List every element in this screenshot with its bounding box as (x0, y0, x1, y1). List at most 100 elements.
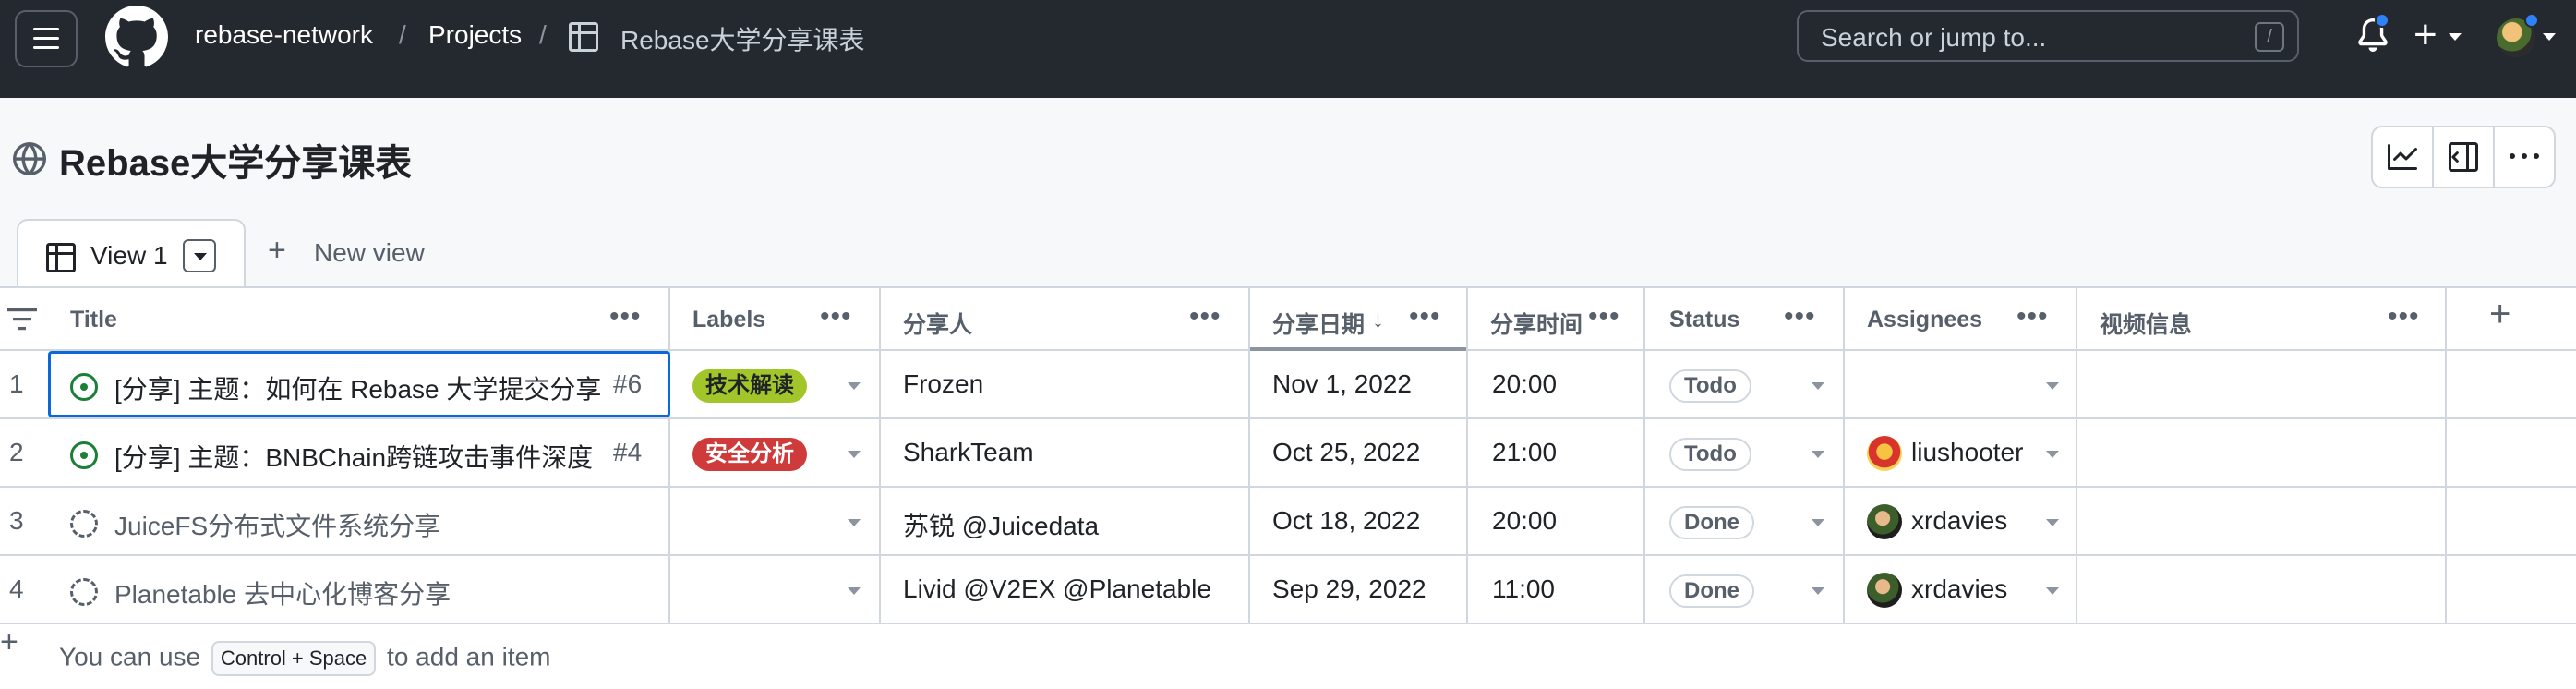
chevron-down-icon[interactable] (848, 451, 861, 458)
cell-video[interactable] (2077, 488, 2447, 554)
hamburger-icon (33, 28, 59, 49)
item-title[interactable]: JuiceFS分布式文件系统分享 (114, 506, 440, 543)
item-title[interactable]: [分享] 主题：BNBChain跨链攻击事件深度 (114, 438, 593, 475)
breadcrumb-projects[interactable]: Projects (428, 20, 522, 50)
cell-video[interactable] (2077, 351, 2447, 417)
assignee-name[interactable]: xrdavies (1911, 506, 2024, 536)
side-panel-button[interactable] (2434, 127, 2495, 187)
status-badge[interactable]: Done (1669, 506, 1754, 539)
column-menu-icon[interactable]: ••• (2388, 301, 2420, 332)
plus-icon[interactable]: + (2413, 13, 2438, 57)
status-badge[interactable]: Todo (1669, 438, 1751, 471)
chevron-down-icon[interactable] (848, 587, 861, 595)
insights-button[interactable] (2373, 127, 2434, 187)
chevron-down-icon[interactable] (2046, 451, 2059, 458)
breadcrumb-project[interactable]: Rebase大学分享课表 (620, 20, 865, 57)
cell-video[interactable] (2077, 419, 2447, 486)
avatar[interactable] (1867, 504, 1902, 539)
add-item-hint: You can use Control + Space to add an it… (59, 641, 551, 676)
table-header-row: Title ••• Labels ••• 分享人 ••• 分享日期 ↓ ••• … (0, 288, 2576, 351)
arrow-down-icon: ↓ (1372, 305, 1384, 332)
focused-cell-outline (48, 351, 670, 417)
row-number: 1 (9, 369, 24, 398)
row-number: 2 (9, 438, 24, 466)
plus-icon[interactable]: + (268, 233, 286, 269)
avatar[interactable] (1867, 573, 1902, 608)
assignee-name[interactable]: xrdavies (1911, 574, 2024, 604)
column-header-labels[interactable]: Labels ••• (670, 288, 881, 349)
column-header-date[interactable]: 分享日期 ↓ ••• (1250, 288, 1468, 351)
table-row[interactable]: 1 [分享] 主题：如何在 Rebase 大学提交分享 #6 技术解读 Froz… (0, 351, 2576, 419)
breadcrumb-separator: / (399, 20, 406, 49)
table-row[interactable]: 4 Planetable 去中心化博客分享 Livid @V2EX @Plane… (0, 556, 2576, 624)
issue-number[interactable]: #4 (613, 438, 642, 467)
column-header-status[interactable]: Status ••• (1645, 288, 1845, 349)
search-input[interactable]: Search or jump to... / (1797, 10, 2299, 62)
chevron-down-icon[interactable] (2046, 382, 2059, 390)
row-number: 4 (9, 574, 24, 603)
table-row[interactable]: 2 [分享] 主题：BNBChain跨链攻击事件深度 #4 安全分析 Shark… (0, 419, 2576, 488)
column-header-time[interactable]: 分享时间 ••• (1468, 288, 1645, 349)
view-options-dropdown[interactable] (183, 239, 216, 272)
column-menu-icon[interactable]: ••• (1588, 301, 1620, 332)
draft-issue-icon (70, 510, 98, 538)
chevron-down-icon[interactable] (2046, 587, 2059, 595)
new-view-button[interactable]: New view (314, 238, 425, 268)
global-header: rebase-network / Projects / Rebase大学分享课表… (0, 0, 2576, 98)
item-title[interactable]: Planetable 去中心化博客分享 (114, 574, 451, 611)
tab-view-1[interactable]: View 1 (17, 219, 246, 288)
assignee-name[interactable]: liushooter (1911, 438, 2024, 467)
hint-prefix: You can use (59, 642, 201, 671)
table-icon (46, 243, 76, 272)
column-menu-icon[interactable]: ••• (609, 301, 642, 332)
status-badge[interactable]: Todo (1669, 369, 1751, 403)
column-label: Labels (692, 307, 766, 332)
column-menu-icon[interactable]: ••• (1189, 301, 1222, 332)
date-value: Oct 18, 2022 (1272, 506, 1421, 535)
column-menu-icon[interactable]: ••• (1784, 301, 1816, 332)
table-row[interactable]: 3 JuiceFS分布式文件系统分享 苏锐 @Juicedata Oct 18,… (0, 488, 2576, 556)
column-header-assignees[interactable]: Assignees ••• (1845, 288, 2077, 349)
speaker-value: SharkTeam (903, 438, 1034, 466)
chevron-down-icon (2543, 33, 2556, 41)
project-header: Rebase大学分享课表 View 1 + New view (0, 98, 2576, 288)
menu-button[interactable] (15, 10, 78, 67)
chevron-down-icon[interactable] (1812, 382, 1824, 390)
column-header-video[interactable]: 视频信息 ••• (2077, 288, 2447, 349)
github-logo-icon[interactable] (105, 6, 168, 68)
search-placeholder: Search or jump to... (1821, 23, 2047, 52)
label-badge[interactable]: 技术解读 (692, 369, 807, 403)
column-menu-icon[interactable]: ••• (1409, 301, 1441, 332)
date-value: Nov 1, 2022 (1272, 369, 1412, 398)
cell-assignees[interactable] (1845, 351, 2077, 417)
column-label: Title (70, 307, 117, 332)
date-value: Oct 25, 2022 (1272, 438, 1421, 466)
breadcrumb-separator: / (539, 20, 547, 49)
cell-video[interactable] (2077, 556, 2447, 623)
column-menu-icon[interactable]: ••• (820, 301, 852, 332)
chevron-down-icon[interactable] (1812, 587, 1824, 595)
column-label: 视频信息 (2100, 312, 2193, 338)
filter-icon[interactable] (7, 308, 37, 331)
chevron-down-icon[interactable] (2046, 519, 2059, 526)
chevron-down-icon[interactable] (1812, 519, 1824, 526)
chevron-down-icon[interactable] (848, 519, 861, 526)
add-column-button[interactable]: + (2489, 294, 2510, 335)
time-value: 21:00 (1492, 438, 1558, 466)
more-options-button[interactable] (2495, 127, 2554, 187)
time-value: 11:00 (1492, 574, 1555, 603)
column-menu-icon[interactable]: ••• (2016, 301, 2049, 332)
add-item-button[interactable]: + (0, 624, 18, 660)
chevron-down-icon[interactable] (1812, 451, 1824, 458)
row-number: 3 (9, 506, 24, 535)
column-header-speaker[interactable]: 分享人 ••• (881, 288, 1250, 349)
chevron-down-icon[interactable] (848, 382, 861, 390)
column-label: 分享时间 (1490, 312, 1583, 338)
issue-opened-icon (70, 441, 98, 469)
hint-suffix: to add an item (387, 642, 551, 671)
column-header-title[interactable]: Title ••• (48, 288, 670, 349)
label-badge[interactable]: 安全分析 (692, 438, 807, 471)
breadcrumb-org[interactable]: rebase-network (195, 20, 373, 50)
status-badge[interactable]: Done (1669, 574, 1754, 608)
avatar[interactable] (1867, 436, 1902, 471)
